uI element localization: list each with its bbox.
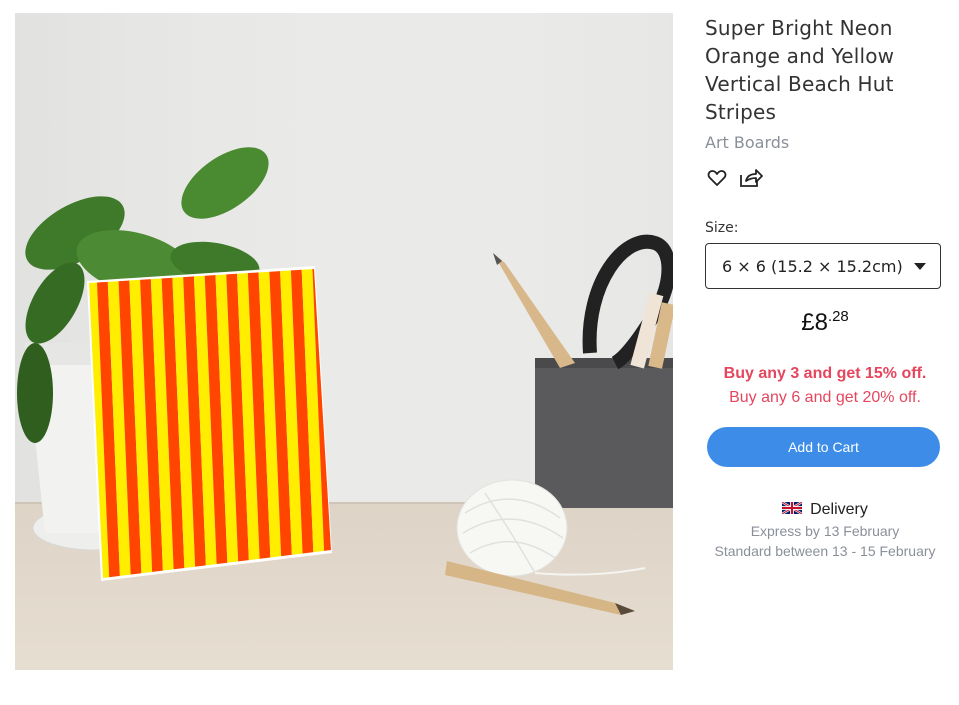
product-image[interactable] [15,13,673,670]
size-select[interactable]: 6 × 6 (15.2 × 15.2cm) [705,243,941,289]
product-title: Super Bright Neon Orange and Yellow Vert… [705,16,895,124]
uk-flag-icon [781,500,803,519]
size-label: Size: [705,220,739,236]
delivery-express: Express by 13 February [750,523,900,539]
price: £8.28 [705,308,945,337]
promo-line-2: Buy any 6 and get 20% off. [729,389,921,406]
promo-line-1: Buy any 3 and get 15% off. [723,365,927,382]
delivery-info: Delivery Express by 13 February Standard… [705,500,945,559]
delivery-title: Delivery [810,501,868,518]
bulk-discount-promo: Buy any 3 and get 15% off. Buy any 6 and… [705,362,945,410]
price-cents: .28 [827,308,849,325]
product-details-panel: Super Bright Neon Orange and Yellow Vert… [705,14,945,559]
chevron-down-icon [914,262,926,270]
price-main: £8 [801,309,828,336]
size-selected-value: 6 × 6 (15.2 × 15.2cm) [722,256,903,276]
art-board-stripes [87,266,332,581]
add-to-cart-button[interactable]: Add to Cart [707,427,940,467]
delivery-standard: Standard between 13 - 15 February [714,543,936,559]
share-icon[interactable] [739,166,763,190]
heart-icon[interactable] [705,166,729,190]
product-photo-scene [15,13,673,670]
product-category[interactable]: Art Boards [705,133,945,152]
product-actions [705,166,945,190]
